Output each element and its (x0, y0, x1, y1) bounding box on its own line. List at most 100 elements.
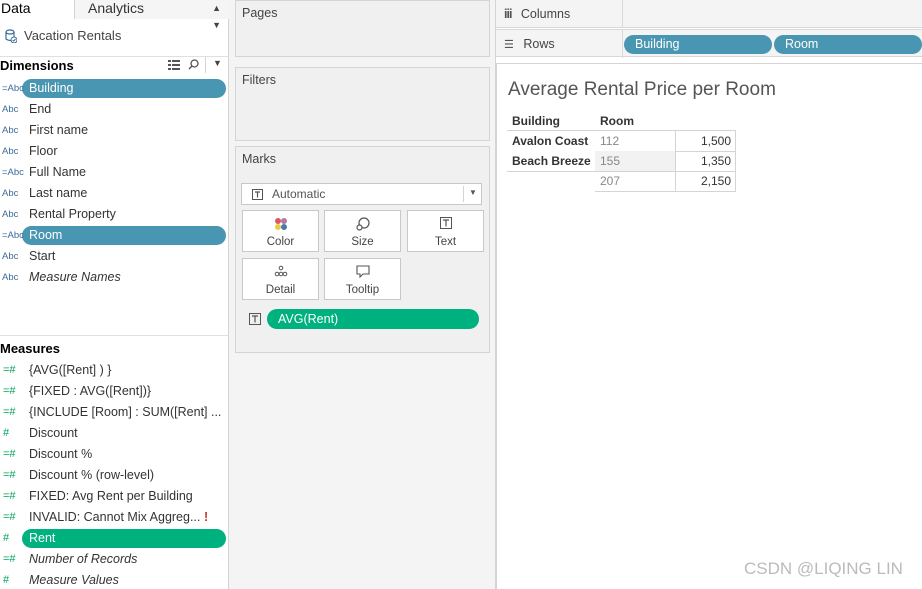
measure-field-rent[interactable]: # Rent (0, 528, 229, 549)
table-rule (595, 191, 736, 192)
dimension-field-room[interactable]: =Abc Room (0, 225, 229, 246)
pages-card-title: Pages (242, 6, 278, 20)
table-cell-room[interactable]: 112 (600, 131, 619, 151)
string-type-icon: Abc (2, 125, 19, 136)
dimension-field-full-name[interactable]: =Abc Full Name (0, 162, 229, 183)
number-type-icon: =# (3, 511, 16, 523)
table-cell-room[interactable]: 207 (600, 171, 620, 191)
measure-field-invalid[interactable]: =# INVALID: Cannot Mix Aggreg... ! (0, 507, 229, 528)
chevron-down-icon: ▼ (469, 188, 477, 197)
text-icon (408, 217, 483, 231)
field-label: Room (29, 228, 63, 242)
field-label: Number of Records (29, 552, 138, 566)
rows-pill-room[interactable]: Room (774, 35, 922, 54)
detail-button[interactable]: Detail (242, 258, 319, 300)
table-cell-value[interactable]: 2,150 (677, 171, 731, 191)
filters-card-title: Filters (242, 73, 277, 87)
field-label: {INCLUDE [Room] : SUM([Rent] ... (29, 405, 222, 419)
dimension-field-floor[interactable]: Abc Floor (0, 141, 229, 162)
columns-shelf[interactable]: iii Columns (496, 0, 922, 28)
measure-field-number-of-records[interactable]: =# Number of Records (0, 549, 229, 570)
field-label: INVALID: Cannot Mix Aggreg... (29, 510, 201, 524)
dimension-field-start[interactable]: Abc Start (0, 246, 229, 267)
number-type-icon: =# (3, 448, 16, 460)
dimension-field-rental-property[interactable]: Abc Rental Property (0, 204, 229, 225)
table-cell-building[interactable]: Avalon Coast (512, 131, 588, 151)
text-button[interactable]: Text (407, 210, 484, 252)
text-button-label: Text (434, 236, 457, 248)
measure-field-measure-values[interactable]: # Measure Values (0, 570, 229, 589)
tab-analytics[interactable]: Analytics ▲ ▼ (74, 0, 229, 30)
measure-field-fixed-avg-building[interactable]: =# FIXED: Avg Rent per Building (0, 486, 229, 507)
rows-shelf[interactable]: ☰ Rows Building Room (496, 29, 922, 58)
columns-shelf-label: iii Columns (504, 0, 622, 28)
tooltip-button-label: Tooltip (345, 284, 380, 296)
dimension-field-last-name[interactable]: Abc Last name (0, 183, 229, 204)
mark-type-dropdown[interactable]: Automatic ▼ (241, 183, 482, 205)
tab-data[interactable]: Data (0, 0, 74, 19)
color-button[interactable]: Color (242, 210, 319, 252)
number-type-icon: # (3, 532, 10, 544)
measure-field-discount-pct[interactable]: =# Discount % (0, 444, 229, 465)
string-type-icon: =Abc (2, 83, 24, 94)
pages-card[interactable]: Pages (235, 0, 490, 57)
table-cell-value[interactable]: 1,350 (677, 151, 731, 171)
size-button-label: Size (351, 236, 374, 248)
data-pane: Data Analytics ▲ ▼ Vacation Rentals Dimen… (0, 0, 229, 589)
columns-icon: iii (504, 7, 512, 21)
divider (622, 30, 623, 58)
measure-field-avg-rent-lod[interactable]: =# {AVG([Rent] ) } (0, 360, 229, 381)
avg-rent-pill[interactable]: AVG(Rent) (267, 309, 479, 329)
field-label: Discount % (29, 447, 93, 461)
text-encoding-icon (249, 313, 261, 325)
measure-field-fixed-avg-rent[interactable]: =# {FIXED : AVG([Rent])} (0, 381, 229, 402)
number-type-icon: =# (3, 553, 16, 565)
measure-field-discount-pct-row[interactable]: =# Discount % (row-level) (0, 465, 229, 486)
rows-pill-building[interactable]: Building (624, 35, 772, 54)
crosstab: Building Room Avalon Coast 112 1,500 Bea… (507, 114, 736, 194)
marks-card-title: Marks (242, 152, 277, 166)
divider (463, 186, 464, 202)
divider (622, 0, 623, 28)
warning-icon: ! (204, 510, 209, 524)
search-icon[interactable] (188, 59, 199, 70)
field-label: Rental Property (29, 207, 116, 221)
table-cell-building[interactable]: Beach Breeze (512, 151, 591, 171)
worksheet-canvas: Average Rental Price per Room Building R… (496, 63, 922, 589)
string-type-icon: Abc (2, 272, 19, 283)
text-mark-icon (252, 189, 263, 200)
datasource-name: Vacation Rentals (24, 28, 122, 43)
cards-column: Pages Filters Marks Automatic ▼ Color Si… (229, 0, 496, 589)
dimension-field-end[interactable]: Abc End (0, 99, 229, 120)
table-cell-value[interactable]: 1,500 (677, 131, 731, 151)
field-label: Measure Values (29, 573, 119, 587)
list-view-icon[interactable] (168, 60, 180, 70)
dimension-field-measure-names[interactable]: Abc Measure Names (0, 267, 229, 288)
field-label: Discount % (row-level) (29, 468, 155, 482)
worksheet-title: Average Rental Price per Room (508, 79, 776, 100)
string-type-icon: Abc (2, 209, 19, 220)
measure-field-include-room[interactable]: =# {INCLUDE [Room] : SUM([Rent] ... (0, 402, 229, 423)
field-label: Discount (29, 426, 78, 440)
size-button[interactable]: Size (324, 210, 401, 252)
tooltip-button[interactable]: Tooltip (324, 258, 401, 300)
header-building: Building (512, 114, 560, 128)
measure-field-discount[interactable]: # Discount (0, 423, 229, 444)
measures-header: Measures (0, 335, 229, 357)
string-type-icon: =Abc (2, 230, 24, 241)
dimension-field-first-name[interactable]: Abc First name (0, 120, 229, 141)
view-area: iii Columns ☰ Rows Building Room Average… (496, 0, 922, 589)
chevron-down-icon[interactable]: ▼ (213, 58, 222, 68)
detail-button-label: Detail (265, 284, 296, 296)
field-label: Building (29, 81, 74, 95)
table-cell-room[interactable]: 155 (600, 151, 620, 171)
tab-analytics-label: Analytics (88, 0, 145, 16)
datasource-item[interactable]: Vacation Rentals (0, 26, 229, 46)
dimension-field-building[interactable]: =Abc Building (0, 78, 229, 99)
field-label: Start (29, 249, 56, 263)
dimensions-title: Dimensions (0, 58, 74, 73)
columns-label: Columns (520, 7, 571, 21)
filters-card[interactable]: Filters (235, 67, 490, 141)
number-type-icon: =# (3, 406, 16, 418)
header-room: Room (600, 114, 634, 128)
